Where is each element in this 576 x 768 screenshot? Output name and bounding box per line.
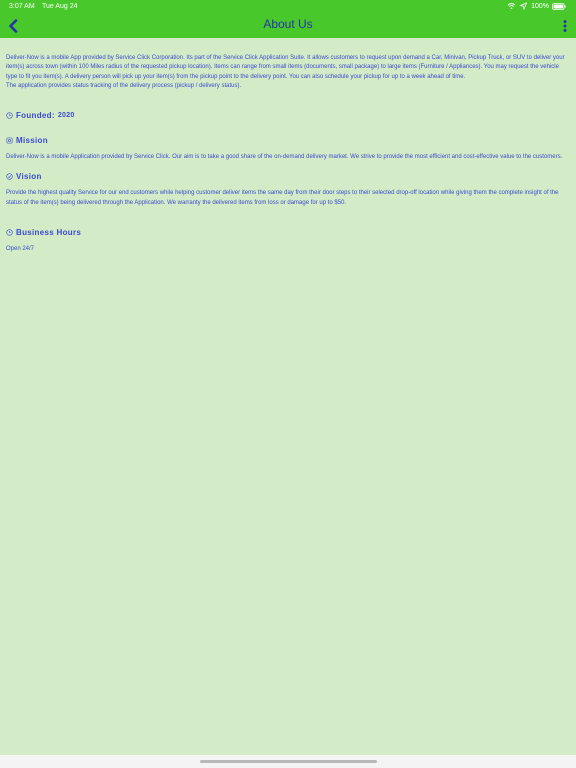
target-icon	[6, 137, 13, 144]
about-line: type to fit you item(s). A delivery pers…	[6, 73, 466, 80]
about-line: The application provides status tracking…	[6, 82, 242, 89]
wifi-icon	[507, 3, 516, 10]
vision-line: status of the item(s) being delivered th…	[6, 199, 347, 206]
mission-heading-text: Mission	[16, 136, 48, 146]
founded-label: Founded:	[16, 111, 55, 121]
eye-icon	[6, 173, 13, 181]
more-options-button[interactable]	[560, 17, 570, 35]
vision-text: Provide the highest quality Service for …	[6, 189, 566, 208]
chevron-left-icon	[9, 19, 18, 33]
clock-icon	[6, 229, 13, 236]
about-line: item(s) across town (within 100 Miles ra…	[6, 64, 559, 71]
founded-year: 2020	[57, 112, 75, 120]
vision-line: Provide the highest quality Service for …	[6, 190, 559, 197]
founded-heading: Founded: 2020	[6, 111, 566, 120]
back-button[interactable]	[4, 16, 22, 36]
status-date: Tue Aug 24	[42, 3, 78, 10]
status-time: 3:07 AM	[9, 3, 35, 10]
about-content: Deliver-Now is a mobile App provided by …	[6, 54, 566, 254]
vision-heading: Vision	[6, 172, 566, 181]
home-indicator[interactable]	[200, 760, 377, 763]
battery-icon	[552, 2, 566, 10]
mission-text: Deliver-Now is a mobile Application prov…	[6, 154, 563, 161]
more-vertical-icon	[563, 20, 567, 32]
status-indicators: 100%	[507, 2, 566, 10]
mission-heading: Mission	[6, 136, 566, 145]
business-hours-text: Open 24/7	[6, 246, 35, 253]
about-line: Deliver-Now is a mobile App provided by …	[6, 55, 565, 61]
page-title: About Us	[263, 17, 313, 31]
about-description: Deliver-Now is a mobile App provided by …	[6, 54, 566, 91]
business-hours-heading-text: Business Hours	[16, 228, 82, 238]
vision-heading-text: Vision	[16, 172, 42, 182]
location-arrow-icon	[519, 2, 528, 10]
business-hours-heading: Business Hours	[6, 228, 566, 237]
battery-percentage: 100%	[531, 2, 549, 10]
navigation-bar: 3:07 AM Tue Aug 24 100% About Us	[0, 0, 576, 38]
clock-icon	[6, 112, 13, 119]
